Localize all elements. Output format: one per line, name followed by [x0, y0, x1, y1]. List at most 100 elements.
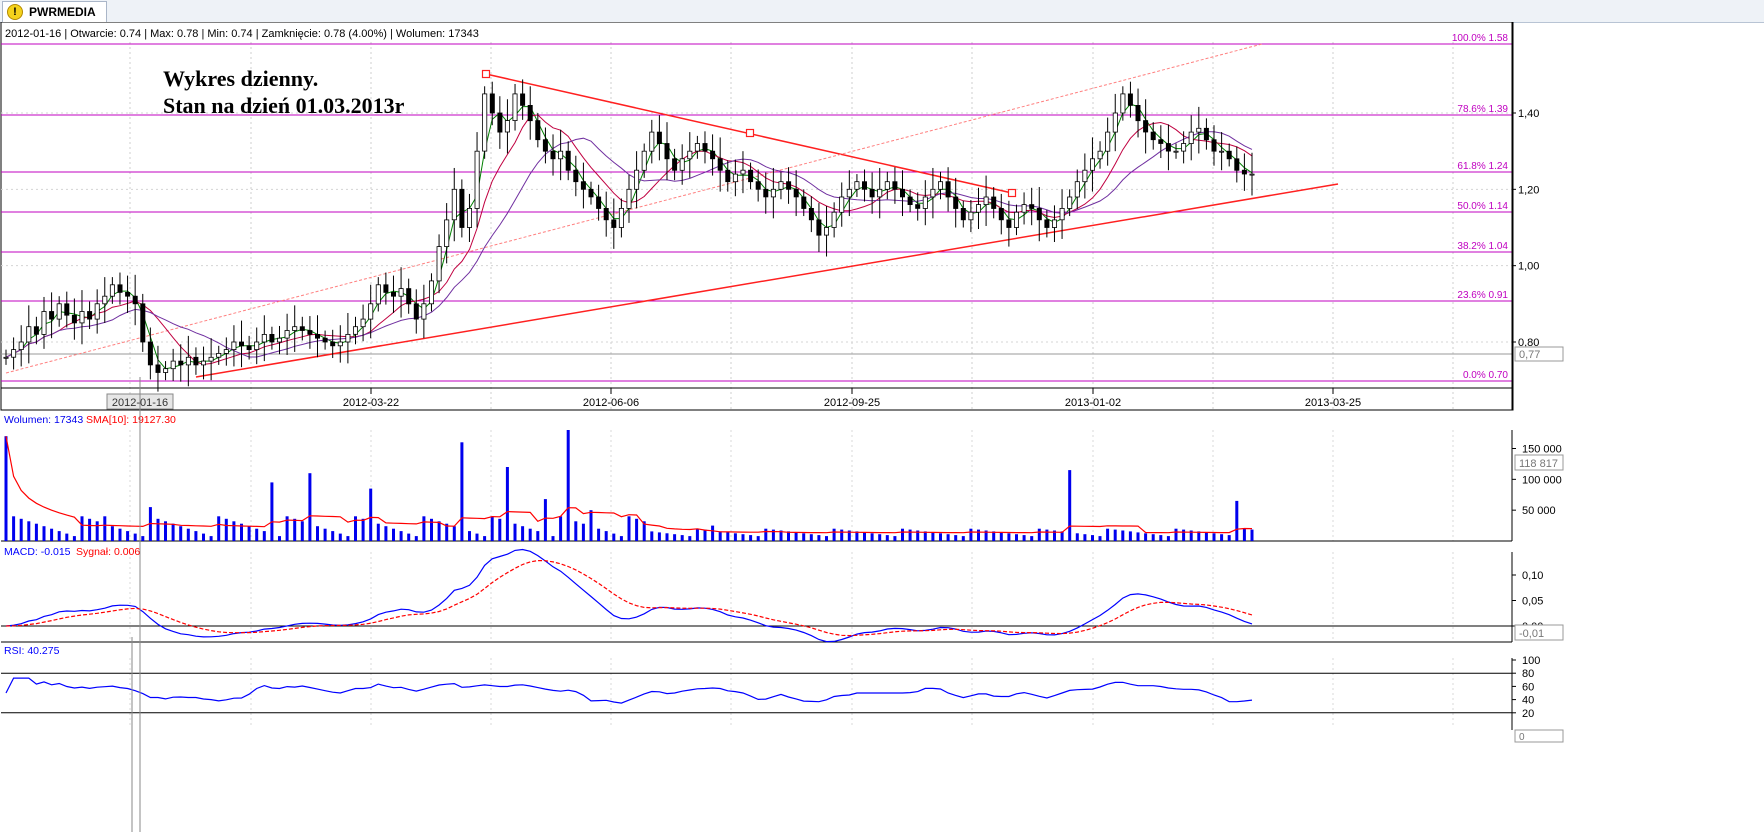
candle-body	[983, 196, 989, 205]
volume-bar	[619, 536, 623, 541]
candle-body	[322, 337, 328, 343]
warning-icon: !	[7, 4, 23, 20]
volume-bar	[1151, 534, 1155, 541]
candle-body	[109, 284, 115, 297]
candle-body	[1241, 169, 1247, 175]
volume-bar	[711, 525, 715, 541]
candle-body	[641, 150, 647, 171]
candle-body	[314, 333, 320, 339]
volume-bar	[65, 533, 69, 541]
volume-bar	[969, 528, 973, 541]
tab-title: PWRMEDIA	[29, 5, 96, 19]
candle-body	[185, 356, 191, 366]
volume-bar	[809, 534, 813, 541]
volume-bar	[999, 532, 1003, 541]
candle-body	[542, 139, 548, 152]
volume-bar	[1242, 528, 1246, 541]
volume-bar	[551, 536, 555, 541]
candle-body	[717, 158, 723, 171]
volume-bar	[300, 521, 304, 541]
candle-body	[1044, 219, 1050, 228]
volume-bar	[1212, 533, 1216, 541]
volume-bar	[1098, 536, 1102, 541]
candle-body	[1097, 150, 1103, 160]
candle-body	[922, 196, 928, 209]
volume-bar	[361, 518, 365, 541]
volume-bar	[331, 531, 335, 541]
volume-bar	[1166, 536, 1170, 541]
volume-bar	[1250, 529, 1254, 541]
candle-body	[132, 295, 138, 305]
candle-body	[18, 341, 24, 350]
price-axis-tick-label: 1,40	[1518, 108, 1539, 120]
candle-body	[884, 181, 890, 190]
candle-body	[466, 207, 472, 228]
candle-body	[444, 219, 450, 247]
candle-body	[337, 341, 343, 347]
candle-body	[618, 207, 624, 228]
macd-axis-tick-label: 0,05	[1522, 596, 1543, 608]
candle-body	[41, 311, 47, 335]
volume-bar	[247, 526, 251, 541]
volume-bar	[452, 526, 456, 541]
volume-bar	[255, 528, 259, 541]
volume-bar	[627, 516, 631, 541]
candle-body	[801, 196, 807, 209]
volume-bar	[680, 535, 684, 541]
candle-body	[1211, 139, 1217, 152]
candle-body	[459, 188, 465, 228]
volume-panel[interactable]: 150 000 100 000 50 000 118 817	[1, 430, 1564, 542]
macd-panel[interactable]: 0,100,050,00-0,01	[1, 548, 1564, 643]
volume-bar	[650, 531, 654, 541]
candle-body	[1120, 93, 1126, 114]
candle-body	[991, 196, 997, 209]
volume-bar	[536, 531, 540, 541]
fib-level-label: 100.0% 1.58	[1452, 33, 1509, 44]
candle-body	[839, 196, 845, 213]
volume-bar	[384, 526, 388, 541]
volume-bar	[657, 532, 661, 541]
candle-body	[436, 246, 442, 282]
volume-bar	[521, 526, 525, 541]
candle-body	[930, 188, 936, 198]
candle-body	[1014, 211, 1020, 228]
candle-body	[125, 291, 131, 297]
candle-body	[702, 143, 708, 152]
volume-bar	[885, 535, 889, 541]
volume-bar	[475, 533, 479, 541]
volume-bar	[103, 516, 107, 541]
volume-bar	[186, 528, 190, 541]
volume-bar	[468, 531, 471, 541]
candle-body	[390, 291, 396, 297]
candle-body	[307, 330, 313, 335]
candle-body	[664, 143, 670, 160]
volume-bar	[323, 528, 327, 541]
volume-bar	[939, 533, 942, 541]
volume-bar	[224, 518, 228, 541]
candle-body	[1112, 112, 1118, 133]
candle-body	[725, 169, 731, 183]
date-axis-tick-label: 2012-06-06	[583, 397, 639, 409]
volume-bar	[1235, 500, 1239, 541]
volume-bar	[278, 536, 281, 541]
candle-body	[421, 303, 427, 320]
date-axis-tick-label: 2012-03-22	[343, 397, 399, 409]
volume-bar	[346, 536, 350, 541]
volume-bar	[1022, 535, 1026, 541]
candle-body	[1226, 150, 1232, 160]
chart-area[interactable]: 2012-01-16 | Otwarcie: 0.74 | Max: 0.78 …	[0, 22, 1764, 832]
candle-body	[786, 181, 792, 190]
rsi-panel[interactable]: 1008060 4020 0	[1, 655, 1564, 743]
tab-pwrmedia[interactable]: ! PWRMEDIA	[2, 1, 107, 22]
volume-bar	[156, 518, 160, 541]
volume-bar	[171, 523, 175, 541]
rsi-line	[5, 677, 1253, 704]
volume-bar	[878, 534, 882, 541]
candle-body	[413, 303, 419, 320]
volume-bar	[513, 523, 517, 541]
rsi-axis-tick-label: 20	[1522, 708, 1534, 720]
candle-body	[763, 188, 769, 198]
candle-body	[968, 211, 974, 221]
candle-body	[3, 356, 9, 359]
volume-bar	[141, 536, 145, 541]
